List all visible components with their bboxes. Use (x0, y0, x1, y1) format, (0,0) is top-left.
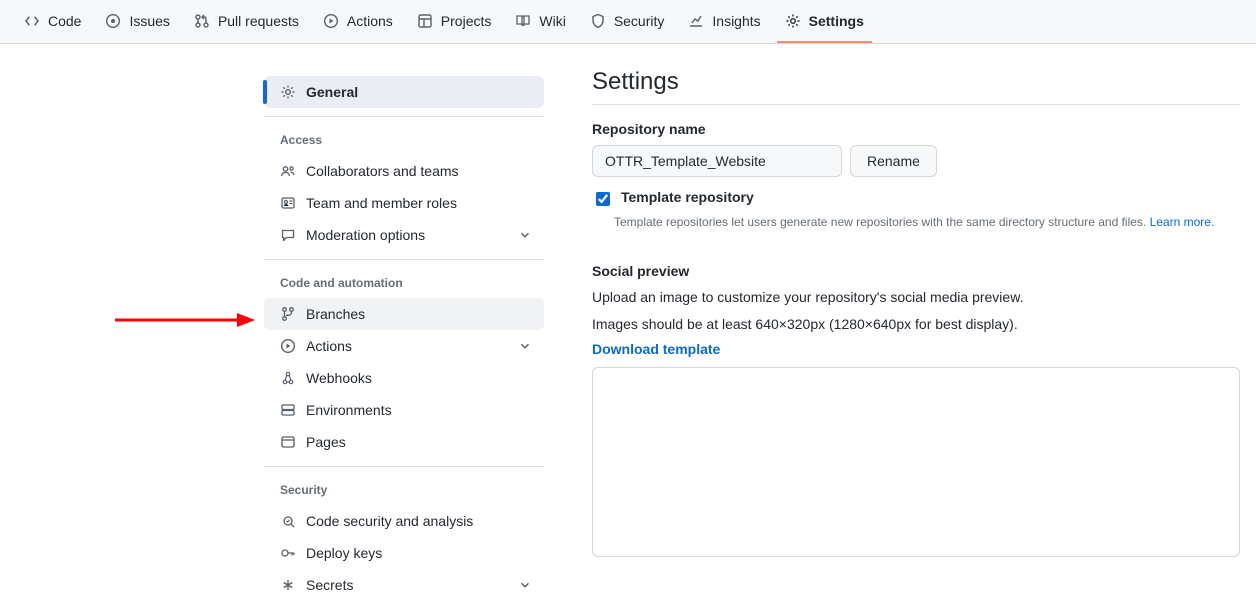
issue-icon (105, 13, 121, 29)
chevron-down-icon (518, 339, 532, 353)
sidebar-item-secrets[interactable]: Secrets (264, 569, 544, 601)
tab-label: Issues (129, 13, 169, 29)
repo-name-label: Repository name (592, 121, 1240, 137)
tab-wiki[interactable]: Wiki (507, 0, 573, 44)
sidebar-item-pages[interactable]: Pages (264, 426, 544, 458)
template-repository-label: Template repository (621, 189, 754, 205)
gear-icon (280, 84, 296, 100)
learn-more-link[interactable]: Learn more. (1150, 215, 1215, 229)
book-icon (515, 13, 531, 29)
tab-label: Actions (347, 13, 393, 29)
sidebar-item-actions[interactable]: Actions (264, 330, 544, 362)
sidebar-item-collaborators[interactable]: Collaborators and teams (264, 155, 544, 187)
play-icon (323, 13, 339, 29)
template-helper-text: Template repositories let users generate… (614, 213, 1240, 231)
sidebar-item-deploy-keys[interactable]: Deploy keys (264, 537, 544, 569)
gear-icon (785, 13, 801, 29)
download-template-link[interactable]: Download template (592, 341, 720, 357)
tab-label: Insights (712, 13, 760, 29)
tab-label: Wiki (539, 13, 565, 29)
settings-content: Settings Repository name Rename Template… (560, 68, 1256, 609)
pr-icon (194, 13, 210, 29)
tab-label: Security (614, 13, 665, 29)
asterisk-icon (280, 577, 296, 593)
sidebar-item-label: Pages (306, 434, 532, 450)
social-preview-heading: Social preview (592, 263, 1240, 279)
rename-button[interactable]: Rename (850, 145, 937, 177)
env-icon (280, 402, 296, 418)
webhook-icon (280, 370, 296, 386)
tab-projects[interactable]: Projects (409, 0, 500, 44)
page-title: Settings (592, 68, 1240, 105)
shield-icon (590, 13, 606, 29)
tab-label: Pull requests (218, 13, 299, 29)
tab-code[interactable]: Code (16, 0, 89, 44)
sidebar-item-label: Actions (306, 338, 508, 354)
sidebar-item-label: Branches (306, 306, 532, 322)
people-icon (280, 163, 296, 179)
tab-security[interactable]: Security (582, 0, 673, 44)
sidebar-item-label: Webhooks (306, 370, 532, 386)
repo-name-input[interactable] (592, 145, 842, 177)
sidebar-item-code-security[interactable]: Code security and analysis (264, 505, 544, 537)
branch-icon (280, 306, 296, 322)
sidebar-item-general[interactable]: General (264, 76, 544, 108)
sidebar-item-webhooks[interactable]: Webhooks (264, 362, 544, 394)
sidebar-item-label: Secrets (306, 577, 508, 593)
settings-sidebar: General Access Collaborators and teams T… (264, 68, 560, 609)
social-preview-text-1: Upload an image to customize your reposi… (592, 287, 1240, 308)
sidebar-heading-security: Security (264, 475, 544, 505)
sidebar-item-team-roles[interactable]: Team and member roles (264, 187, 544, 219)
tab-pull-requests[interactable]: Pull requests (186, 0, 307, 44)
project-icon (417, 13, 433, 29)
social-preview-dropzone[interactable] (592, 367, 1240, 557)
social-preview-text-2: Images should be at least 640×320px (128… (592, 314, 1240, 335)
code-icon (24, 13, 40, 29)
comment-icon (280, 227, 296, 243)
sidebar-item-branches[interactable]: Branches (264, 298, 544, 330)
sidebar-item-label: Code security and analysis (306, 513, 532, 529)
sidebar-heading-access: Access (264, 125, 544, 155)
sidebar-item-label: Moderation options (306, 227, 508, 243)
sidebar-item-label: General (306, 84, 532, 100)
sidebar-item-label: Deploy keys (306, 545, 532, 561)
scan-icon (280, 513, 296, 529)
sidebar-item-environments[interactable]: Environments (264, 394, 544, 426)
sidebar-item-label: Environments (306, 402, 532, 418)
tab-insights[interactable]: Insights (680, 0, 768, 44)
tab-label: Code (48, 13, 81, 29)
sidebar-item-label: Collaborators and teams (306, 163, 532, 179)
sidebar-item-moderation[interactable]: Moderation options (264, 219, 544, 251)
sidebar-heading-code: Code and automation (264, 268, 544, 298)
browser-icon (280, 434, 296, 450)
sidebar-item-label: Team and member roles (306, 195, 532, 211)
chevron-down-icon (518, 578, 532, 592)
chevron-down-icon (518, 228, 532, 242)
id-icon (280, 195, 296, 211)
tab-label: Projects (441, 13, 492, 29)
key-icon (280, 545, 296, 561)
template-repository-checkbox[interactable] (596, 192, 610, 206)
repo-tab-nav: Code Issues Pull requests Actions Projec… (0, 0, 1256, 44)
tab-issues[interactable]: Issues (97, 0, 177, 44)
tab-actions[interactable]: Actions (315, 0, 401, 44)
tab-label: Settings (809, 13, 864, 29)
play-icon (280, 338, 296, 354)
tab-settings[interactable]: Settings (777, 0, 872, 44)
graph-icon (688, 13, 704, 29)
